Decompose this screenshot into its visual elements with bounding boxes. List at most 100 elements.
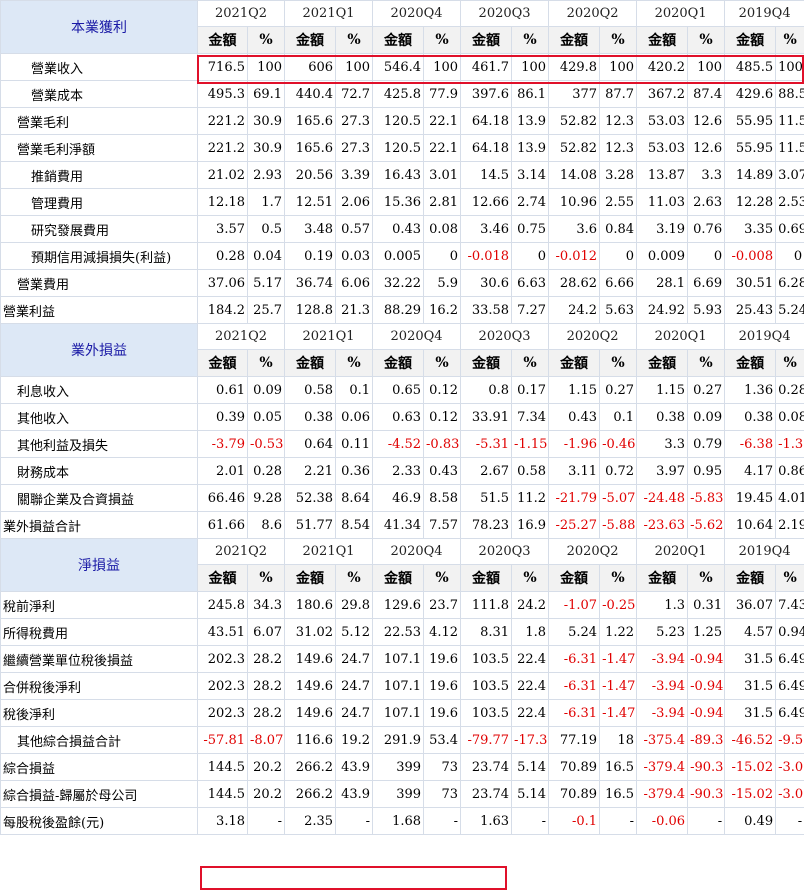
amount-cell: -5.31 xyxy=(460,430,513,458)
amount-cell: 3.11 xyxy=(548,457,601,485)
pct-cell: 6.07 xyxy=(246,618,286,646)
row-label: 預期信用減損損失(利益) xyxy=(0,242,198,270)
table-row: 財務成本 2.01 0.28 2.21 0.36 2.33 0.43 2.67 0.58 3.11… xyxy=(0,457,804,485)
amount-cell: 546.4 xyxy=(372,53,425,81)
pct-cell: 6.06 xyxy=(335,269,374,297)
pct-cell: 23.7 xyxy=(423,591,462,619)
row-label: 關聯企業及合資損益 xyxy=(0,484,198,512)
pct-header: % xyxy=(511,26,550,54)
row-label: 其他綜合損益合計 xyxy=(0,726,198,754)
amount-cell: 103.5 xyxy=(460,699,513,727)
pct-cell: 13.9 xyxy=(511,107,550,135)
amount-cell: 64.18 xyxy=(460,134,513,162)
amount-cell: 8.31 xyxy=(460,618,513,646)
amount-cell: 0.009 xyxy=(636,242,689,270)
pct-cell: 6.28 xyxy=(775,269,804,297)
pct-cell: 87.7 xyxy=(599,80,638,108)
table-row: 營業成本 495.3 69.1 440.4 72.7 425.8 77.9 397.6 86.1… xyxy=(0,80,804,108)
pct-cell: 20.2 xyxy=(246,753,286,781)
amount-cell: -0.012 xyxy=(548,242,601,270)
table-row: 其他利益及損失 -3.79 -0.53 0.64 0.11 -4.52 -0.83 -5.31… xyxy=(0,430,804,458)
amount-cell: 485.5 xyxy=(724,53,777,81)
pct-header: % xyxy=(599,26,638,54)
pct-cell: 0.03 xyxy=(335,242,374,270)
pct-cell: 19.2 xyxy=(335,726,374,754)
amount-cell: -15.02 xyxy=(724,780,777,808)
pct-cell: 20.2 xyxy=(246,780,286,808)
period-header: 2021Q1 xyxy=(284,0,374,27)
amount-cell: 3.18 xyxy=(197,807,248,835)
amount-cell: 291.9 xyxy=(372,726,425,754)
amount-cell: 19.45 xyxy=(724,484,777,512)
period-header: 2021Q2 xyxy=(196,0,286,27)
pct-cell: 7.27 xyxy=(511,296,550,324)
pct-cell: 0.06 xyxy=(335,403,374,431)
amount-header: 金額 xyxy=(372,349,425,377)
amount-cell: 0.64 xyxy=(284,430,337,458)
amount-header: 金額 xyxy=(460,564,513,592)
amount-header: 金額 xyxy=(460,26,513,54)
table-row: 利息收入 0.61 0.09 0.58 0.1 0.65 0.12 0.8 0.17 1.15 0.… xyxy=(0,376,804,404)
amount-cell: 2.35 xyxy=(284,807,337,835)
pct-cell: 0.1 xyxy=(335,376,374,404)
pct-cell: -0.83 xyxy=(423,430,462,458)
amount-cell: 429.8 xyxy=(548,53,601,81)
amount-cell: 3.6 xyxy=(548,215,601,243)
amount-cell: 440.4 xyxy=(284,80,337,108)
period-header: 2020Q1 xyxy=(636,323,726,350)
amount-cell: 21.02 xyxy=(197,161,248,189)
table-row: 其他收入 0.39 0.05 0.38 0.06 0.63 0.12 33.91 7.34 0.4… xyxy=(0,403,804,431)
amount-cell: 28.62 xyxy=(548,269,601,297)
amount-cell: -3.79 xyxy=(197,430,248,458)
amount-cell: 107.1 xyxy=(372,699,425,727)
pct-cell: - xyxy=(335,807,374,835)
amount-cell: 5.23 xyxy=(636,618,689,646)
pct-cell: -1.47 xyxy=(599,672,638,700)
amount-cell: 266.2 xyxy=(284,780,337,808)
section-title: 業外損益 xyxy=(0,323,198,377)
pct-cell: 28.2 xyxy=(246,699,286,727)
amount-header: 金額 xyxy=(197,26,248,54)
amount-cell: 78.23 xyxy=(460,511,513,539)
amount-cell: 2.21 xyxy=(284,457,337,485)
amount-cell: 0.58 xyxy=(284,376,337,404)
pct-cell: 5.12 xyxy=(335,618,374,646)
amount-cell: 22.53 xyxy=(372,618,425,646)
amount-cell: 24.92 xyxy=(636,296,689,324)
amount-cell: 420.2 xyxy=(636,53,689,81)
amount-cell: -4.52 xyxy=(372,430,425,458)
amount-cell: 28.1 xyxy=(636,269,689,297)
pct-cell: 6.69 xyxy=(687,269,726,297)
pct-header: % xyxy=(775,26,804,54)
pct-header: % xyxy=(335,564,374,592)
pct-cell: 0.12 xyxy=(423,403,462,431)
pct-header: % xyxy=(511,349,550,377)
table-row: 關聯企業及合資損益 66.46 9.28 52.38 8.64 46.9 8.58 51.5 1… xyxy=(0,484,804,512)
amount-cell: 10.96 xyxy=(548,188,601,216)
amount-header: 金額 xyxy=(284,349,337,377)
pct-cell: 0.5 xyxy=(246,215,286,243)
amount-cell: 103.5 xyxy=(460,672,513,700)
amount-cell: -6.31 xyxy=(548,645,601,673)
pct-cell: 16.2 xyxy=(423,296,462,324)
pct-cell: - xyxy=(423,807,462,835)
pct-cell: 12.6 xyxy=(687,134,726,162)
amount-cell: -0.06 xyxy=(636,807,689,835)
period-header: 2020Q2 xyxy=(548,323,638,350)
amount-cell: 606 xyxy=(284,53,337,81)
amount-cell: -0.1 xyxy=(548,807,601,835)
pct-cell: -0.25 xyxy=(599,591,638,619)
pct-cell: 2.93 xyxy=(246,161,286,189)
pct-cell: 24.7 xyxy=(335,672,374,700)
amount-cell: 221.2 xyxy=(197,107,248,135)
pct-header: % xyxy=(687,26,726,54)
amount-cell: 461.7 xyxy=(460,53,513,81)
pct-cell: 88.5 xyxy=(775,80,804,108)
pct-cell: 2.53 xyxy=(775,188,804,216)
pct-cell: 1.7 xyxy=(246,188,286,216)
amount-cell: 103.5 xyxy=(460,645,513,673)
pct-cell: 0 xyxy=(687,242,726,270)
amount-cell: 120.5 xyxy=(372,107,425,135)
amount-cell: 33.58 xyxy=(460,296,513,324)
pct-cell: 0.36 xyxy=(335,457,374,485)
